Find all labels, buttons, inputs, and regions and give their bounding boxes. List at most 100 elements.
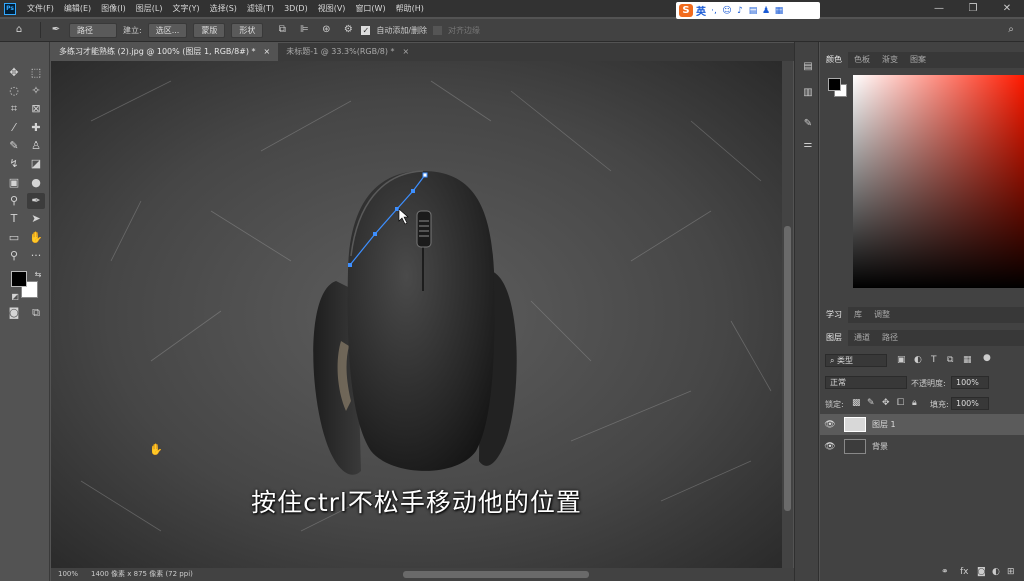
eraser-tool-icon[interactable]: ◪ (27, 156, 45, 172)
menu-file[interactable]: 文件(F) (22, 3, 59, 14)
tab-swatches[interactable]: 色板 (848, 52, 876, 68)
menu-image[interactable]: 图像(I) (96, 3, 131, 14)
filter-smart-object-icon[interactable]: ▦ (963, 355, 972, 365)
gradient-tool-icon[interactable]: ▣ (5, 175, 23, 191)
horizontal-scroll-thumb[interactable] (403, 571, 589, 578)
tab-learn[interactable]: 学习 (820, 307, 848, 323)
type-tool-icon[interactable]: T (5, 211, 23, 227)
tab-patterns[interactable]: 图案 (904, 52, 932, 68)
lock-all-icon[interactable]: 🔒︎ (912, 398, 917, 408)
filter-toggle-icon[interactable]: ● (983, 353, 991, 363)
marquee-tool-icon[interactable]: ⬚ (27, 65, 45, 81)
layer-style-icon[interactable]: fx (960, 567, 969, 577)
lock-transparent-icon[interactable]: ▩ (852, 398, 861, 408)
fill-input[interactable]: 100% (951, 397, 989, 410)
tab-gradients[interactable]: 渐变 (876, 52, 904, 68)
tab-color[interactable]: 颜色 (820, 52, 848, 68)
search-icon[interactable]: ⌕ (1004, 23, 1018, 37)
menu-3d[interactable]: 3D(D) (279, 4, 313, 13)
rectangle-tool-icon[interactable]: ▭ (5, 230, 23, 246)
close-icon[interactable]: ✕ (990, 0, 1024, 17)
menu-layer[interactable]: 图层(L) (131, 3, 168, 14)
settings-gear-icon[interactable]: ⚙ (341, 23, 355, 37)
menu-view[interactable]: 视图(V) (313, 3, 351, 14)
make-mask-button[interactable]: 蒙版 (193, 22, 226, 38)
blur-tool-icon[interactable]: ● (27, 175, 45, 191)
home-icon[interactable]: ⌂ (12, 23, 26, 37)
zoom-level[interactable]: 100% (58, 568, 78, 581)
menu-select[interactable]: 选择(S) (205, 3, 242, 14)
panel-foreground-swatch[interactable] (828, 78, 841, 91)
tab-close-icon[interactable]: × (264, 43, 271, 61)
apps-icon[interactable]: ▦ (774, 6, 784, 16)
keyboard-icon[interactable]: ▤ (748, 6, 758, 16)
pen-mode-select[interactable]: 路径 (69, 22, 117, 38)
brush-tool-icon[interactable]: ✎ (5, 138, 23, 154)
frame-tool-icon[interactable]: ⊠ (27, 101, 45, 117)
ime-language-toggle[interactable]: 英 (696, 3, 706, 18)
maximize-icon[interactable]: ❐ (956, 0, 990, 17)
properties-panel-icon[interactable]: ▥ (801, 86, 815, 100)
menu-window[interactable]: 窗口(W) (350, 3, 390, 14)
microphone-icon[interactable]: ♪ (735, 6, 745, 16)
tab-document-1[interactable]: 多练习才能熟练 (2).jpg @ 100% (图层 1, RGB/8#) * … (51, 43, 279, 61)
menu-help[interactable]: 帮助(H) (391, 3, 429, 14)
screen-mode-icon[interactable]: ⧉ (27, 305, 45, 321)
path-selection-tool-icon[interactable]: ➤ (27, 211, 45, 227)
skin-icon[interactable]: ♟ (761, 6, 771, 16)
align-edges-checkbox[interactable] (433, 25, 443, 35)
scroll-thumb[interactable] (784, 226, 791, 511)
layer-filter-select[interactable]: ⌕ 类型 (825, 354, 887, 367)
lasso-tool-icon[interactable]: ◌ (5, 83, 23, 99)
lock-image-icon[interactable]: ✎ (867, 398, 875, 408)
tab-libraries[interactable]: 库 (848, 307, 868, 323)
filter-pixel-icon[interactable]: ▣ (897, 355, 906, 365)
menu-filter[interactable]: 滤镜(T) (242, 3, 279, 14)
pen-tool-preset-icon[interactable]: ✒ (49, 23, 63, 37)
filter-type-icon[interactable]: T (931, 355, 937, 365)
hand-tool-icon[interactable]: ✋ (27, 230, 45, 246)
menu-edit[interactable]: 编辑(E) (59, 3, 96, 14)
tab-adjustments[interactable]: 调整 (868, 307, 896, 323)
punctuation-icon[interactable]: ·, (709, 6, 719, 16)
opacity-input[interactable]: 100% (951, 376, 989, 389)
history-brush-tool-icon[interactable]: ↯ (5, 156, 23, 172)
blend-mode-select[interactable]: 正常 (825, 376, 907, 389)
vertical-scrollbar[interactable] (782, 61, 793, 568)
layer-row[interactable]: 👁︎ 背景 (820, 436, 1024, 457)
eyedropper-tool-icon[interactable]: ⁄ (5, 120, 23, 136)
pen-tool-icon[interactable]: ✒ (27, 193, 45, 209)
crop-tool-icon[interactable]: ⌗ (5, 101, 23, 117)
path-alignment-icon[interactable]: ⊫ (297, 23, 311, 37)
tab-layers[interactable]: 图层 (820, 330, 848, 346)
visibility-eye-icon[interactable]: 👁︎ (820, 442, 840, 452)
lock-artboard-icon[interactable]: ⧠ (897, 398, 904, 408)
filter-adjustment-icon[interactable]: ◐ (914, 355, 922, 365)
add-mask-icon[interactable]: ◙ (977, 567, 986, 577)
filter-shape-icon[interactable]: ⧉ (947, 355, 953, 365)
make-selection-button[interactable]: 选区... (147, 22, 188, 38)
tab-close-icon[interactable]: × (403, 43, 410, 61)
document-info[interactable]: 1400 像素 x 875 像素 (72 ppi) (91, 568, 193, 581)
color-picker-field[interactable] (853, 75, 1024, 288)
default-colors-icon[interactable]: ◩ (6, 289, 24, 305)
history-panel-icon[interactable]: ▤ (801, 60, 815, 74)
dodge-tool-icon[interactable]: ⚲ (5, 193, 23, 209)
new-layer-icon[interactable]: ⊞ (1007, 567, 1015, 577)
lock-position-icon[interactable]: ✥ (882, 398, 890, 408)
emoji-icon[interactable]: ☺ (722, 6, 732, 16)
path-operations-icon[interactable]: ⧉ (275, 23, 289, 37)
menu-type[interactable]: 文字(Y) (167, 3, 204, 14)
magic-wand-tool-icon[interactable]: ✧ (27, 83, 45, 99)
minimize-icon[interactable]: — (922, 0, 956, 17)
more-tools-icon[interactable]: ··· (27, 248, 45, 264)
visibility-eye-icon[interactable]: 👁︎ (820, 420, 840, 430)
auto-add-delete-checkbox[interactable]: ✓ (361, 25, 371, 35)
link-layers-icon[interactable]: ⚭ (941, 567, 949, 577)
tab-document-2[interactable]: 未标题-1 @ 33.3%(RGB/8) * × (278, 43, 417, 61)
foreground-color-swatch[interactable] (11, 271, 27, 287)
make-shape-button[interactable]: 形状 (231, 22, 264, 38)
tab-paths[interactable]: 路径 (876, 330, 904, 346)
zoom-tool-icon[interactable]: ⚲ (5, 248, 23, 264)
layer-row[interactable]: 👁︎ 图层 1 (820, 414, 1024, 435)
